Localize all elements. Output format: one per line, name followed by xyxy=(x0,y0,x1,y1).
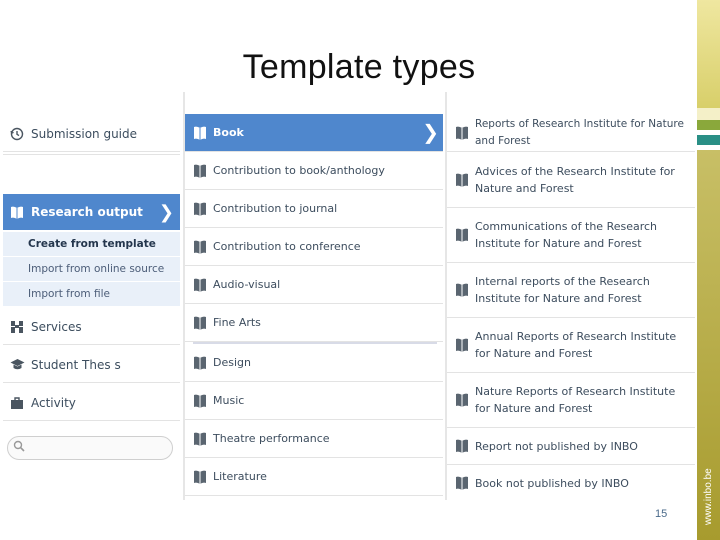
nav-item-submission-guide[interactable]: Submission guide xyxy=(3,116,180,152)
book-icon xyxy=(456,393,468,407)
template-label: Book xyxy=(213,126,244,139)
book-icon xyxy=(194,394,206,408)
divider xyxy=(3,154,180,155)
band-stripe-teal xyxy=(697,135,720,145)
subnav-create-from-template[interactable]: Create from template xyxy=(3,232,180,257)
search-box[interactable] xyxy=(7,436,173,460)
book-type-item[interactable]: Nature Reports of Research Institute for… xyxy=(447,373,695,428)
book-type-label: Advices of the Research Institute for Na… xyxy=(475,164,675,195)
template-item[interactable]: Theatre performance xyxy=(185,420,443,458)
slide-title: Template types xyxy=(242,48,476,86)
book-type-item[interactable]: Report not published by INBO xyxy=(447,428,695,465)
template-label: Audio-visual xyxy=(213,278,281,291)
book-icon xyxy=(194,164,206,178)
subnav-import-file[interactable]: Import from file xyxy=(3,282,180,307)
template-item[interactable]: Fine Arts xyxy=(185,304,443,342)
book-icon xyxy=(194,240,206,254)
search-icon xyxy=(13,440,25,456)
page-number: 15 xyxy=(655,508,668,520)
book-icon xyxy=(194,356,206,370)
template-item[interactable]: Design xyxy=(185,344,443,382)
band-stripe-light xyxy=(697,108,720,120)
book-type-list: Reports of Research Institute for Nature… xyxy=(445,92,695,500)
book-type-label: Nature Reports of Research Institute for… xyxy=(475,385,676,415)
template-list: Book ❯ Contribution to book/anthology Co… xyxy=(183,92,443,500)
nav-item-services[interactable]: Services xyxy=(3,309,180,345)
template-label: Fine Arts xyxy=(213,316,261,329)
nav-item-label: Student Thes s xyxy=(31,357,121,372)
book-icon xyxy=(194,470,206,484)
brand-band: www.inbo.be xyxy=(697,0,720,540)
book-icon xyxy=(194,278,206,292)
book-type-label: Reports of Research Institute for Nature… xyxy=(475,117,684,147)
template-item[interactable]: Music xyxy=(185,382,443,420)
briefcase-icon xyxy=(9,395,25,411)
footer-url: www.inbo.be xyxy=(703,468,714,526)
template-label: Contribution to journal xyxy=(213,202,338,215)
template-label: Contribution to conference xyxy=(213,240,361,253)
sidebar: Submission guide Research output ❯ Creat… xyxy=(3,92,180,500)
band-stripe-green xyxy=(697,120,720,130)
book-type-label: Communications of the Research Institute… xyxy=(475,220,658,250)
template-item[interactable]: Literature xyxy=(185,458,443,496)
subnav-import-online[interactable]: Import from online source xyxy=(3,257,180,282)
book-icon xyxy=(456,439,468,453)
book-type-label: Report not published by INBO xyxy=(475,439,638,453)
search-input[interactable] xyxy=(28,439,168,457)
template-label: Contribution to book/anthology xyxy=(213,164,385,177)
template-item[interactable]: Contribution to book/anthology xyxy=(185,152,443,190)
book-icon xyxy=(456,228,468,242)
book-type-item[interactable]: Reports of Research Institute for Nature… xyxy=(447,114,695,152)
template-label: Design xyxy=(213,356,251,369)
template-label: Literature xyxy=(213,470,267,483)
book-icon xyxy=(194,316,206,330)
book-icon xyxy=(194,202,206,216)
template-item[interactable]: Contribution to conference xyxy=(185,228,443,266)
app-screenshot: Submission guide Research output ❯ Creat… xyxy=(3,92,695,500)
template-label: Theatre performance xyxy=(213,432,330,445)
book-icon xyxy=(456,173,468,187)
book-icon xyxy=(456,476,468,490)
nav-item-activity[interactable]: Activity xyxy=(3,385,180,421)
template-label: Music xyxy=(213,394,245,407)
book-type-item[interactable]: Annual Reports of Research Institute for… xyxy=(447,318,695,373)
book-icon xyxy=(456,338,468,352)
book-type-item[interactable]: Book not published by INBO xyxy=(447,465,695,500)
book-icon xyxy=(456,283,468,297)
book-icon xyxy=(194,126,206,140)
book-icon xyxy=(456,126,468,140)
template-item-book[interactable]: Book ❯ xyxy=(185,114,443,152)
nav-item-label: Research output xyxy=(31,205,143,219)
book-type-item[interactable]: Communications of the Research Institute… xyxy=(447,208,695,263)
book-type-item[interactable]: Internal reports of the Research Institu… xyxy=(447,263,695,318)
book-icon xyxy=(194,432,206,446)
book-type-label: Book not published by INBO xyxy=(475,476,629,490)
history-icon xyxy=(9,126,25,142)
graduation-cap-icon xyxy=(9,357,25,373)
template-item[interactable]: Audio-visual xyxy=(185,266,443,304)
book-icon xyxy=(9,204,25,220)
nav-item-label: Services xyxy=(31,319,82,334)
book-type-item[interactable]: Advices of the Research Institute for Na… xyxy=(447,152,695,208)
nav-item-research-output[interactable]: Research output ❯ xyxy=(3,194,180,230)
nav-item-label: Submission guide xyxy=(31,126,138,141)
band-top xyxy=(697,0,720,108)
nav-item-student-theses[interactable]: Student Thes s xyxy=(3,347,180,383)
chevron-right-icon: ❯ xyxy=(158,202,174,223)
chevron-right-icon: ❯ xyxy=(422,120,439,144)
services-icon xyxy=(9,319,25,335)
template-item[interactable]: Contribution to journal xyxy=(185,190,443,228)
nav-item-label: Activity xyxy=(31,395,76,410)
book-type-label: Annual Reports of Research Institute for… xyxy=(475,330,677,360)
book-type-label: Internal reports of the Research Institu… xyxy=(475,275,650,305)
